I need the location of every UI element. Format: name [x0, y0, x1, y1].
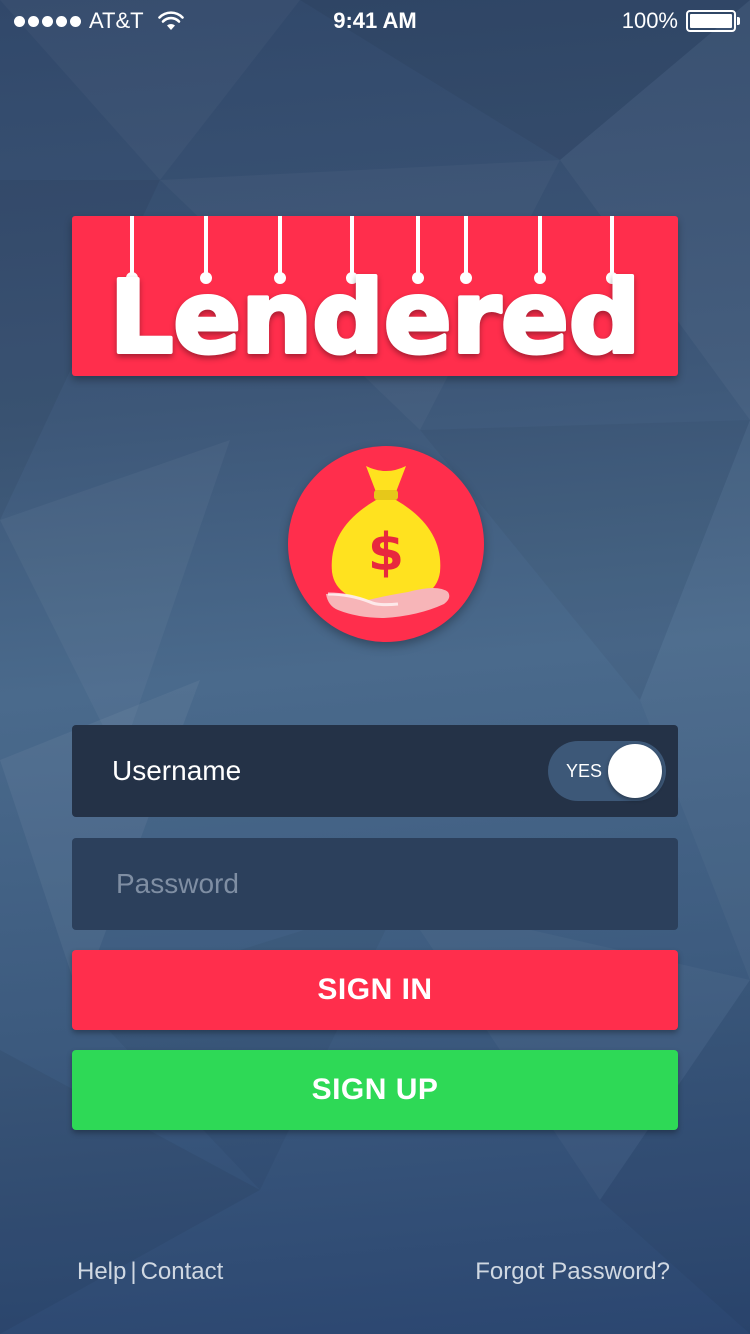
toggle-knob[interactable]	[608, 744, 662, 798]
status-bar: AT&T 9:41 AM 100%	[0, 0, 750, 44]
remember-toggle[interactable]: YES	[548, 741, 666, 801]
toggle-label: YES	[566, 761, 603, 781]
logo-strings: Lendered	[108, 216, 642, 376]
sign-up-button[interactable]: SIGN UP	[72, 1050, 678, 1130]
forgot-password-link[interactable]: Forgot Password?	[475, 1258, 670, 1286]
username-field[interactable]: Username YES	[72, 725, 678, 817]
logo-banner: Lendered	[72, 216, 678, 376]
svg-text:$: $	[368, 523, 404, 583]
battery-percent: 100%	[621, 8, 678, 33]
password-input[interactable]	[72, 838, 678, 930]
status-right: 100%	[621, 8, 740, 34]
background-pattern	[0, 0, 750, 1334]
money-bag-hand-icon: $	[288, 446, 484, 642]
sign-in-button[interactable]: SIGN IN	[72, 950, 678, 1030]
help-link[interactable]: Help	[77, 1258, 126, 1285]
contact-link[interactable]: Contact	[141, 1258, 224, 1285]
footer-links: Help | Contact	[77, 1258, 223, 1286]
battery-icon	[686, 10, 740, 32]
username-label: Username	[112, 755, 242, 786]
logo-text: Lendered	[110, 259, 641, 376]
footer-separator: |	[130, 1258, 137, 1285]
